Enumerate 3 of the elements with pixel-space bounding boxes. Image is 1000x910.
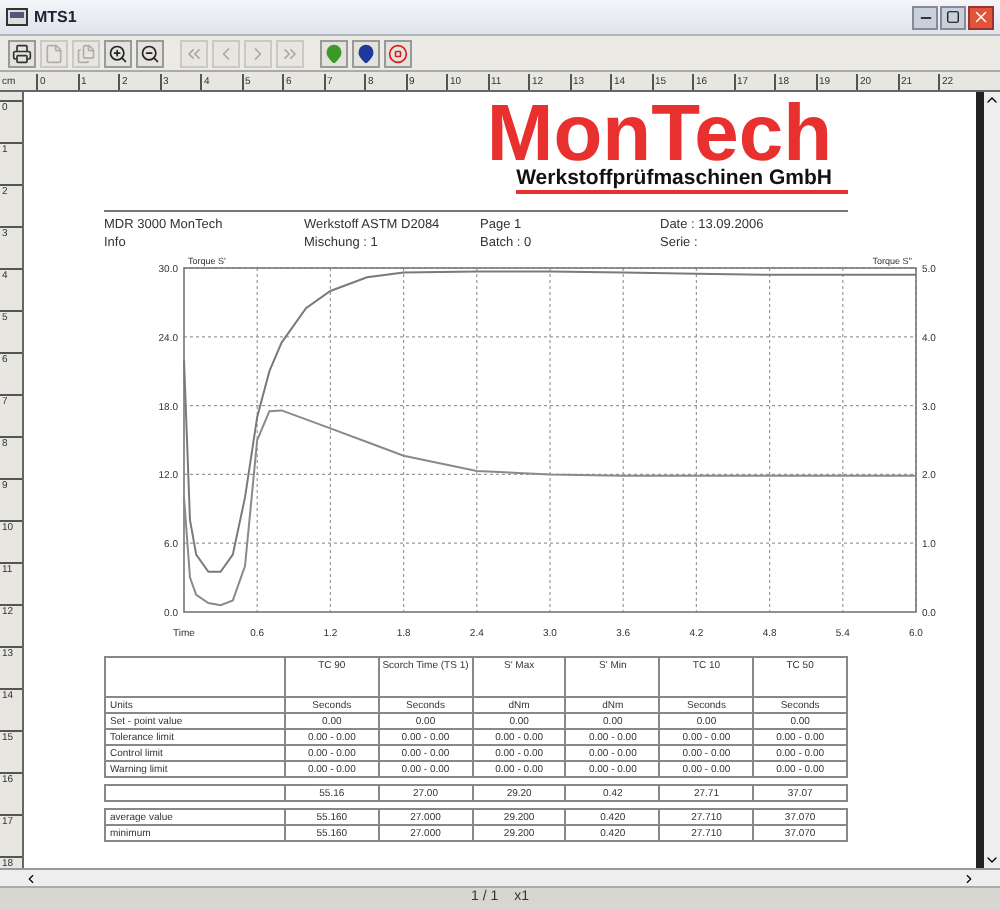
- window-title: MTS1: [34, 5, 77, 29]
- logo-name: MonTech: [486, 100, 834, 168]
- logo-subtitle: Werkstoffprüfmaschinen GmbH: [516, 168, 848, 194]
